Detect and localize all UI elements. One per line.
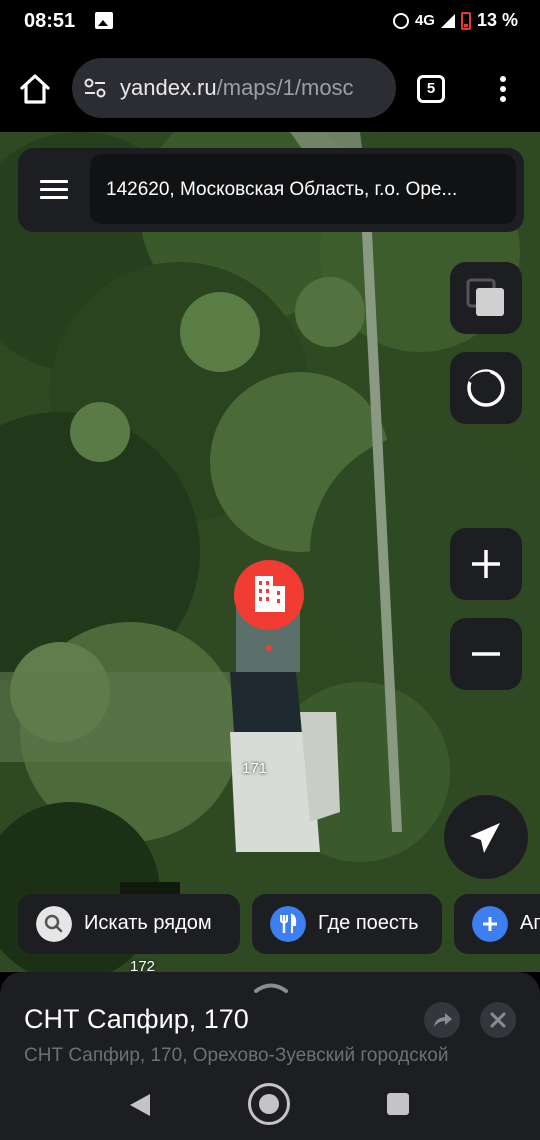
browser-toolbar: yandex.ru/maps/1/mosc 5 [0,44,540,132]
url-bar[interactable]: yandex.ru/maps/1/mosc [72,58,396,118]
overflow-menu-icon[interactable] [498,76,508,104]
marker-point [266,645,272,651]
alarm-icon [392,12,409,29]
place-marker[interactable] [234,560,304,630]
site-settings-icon[interactable] [84,78,106,98]
zoom-in-button[interactable] [450,528,522,600]
search-icon [36,906,72,942]
search-nearby-chip[interactable]: Искать рядом [18,894,240,954]
chip-label: Ап [520,912,540,934]
chip-label: Искать рядом [84,912,212,934]
where-to-eat-chip[interactable]: Где поесть [252,894,442,954]
pharmacy-chip[interactable]: Ап [454,894,540,954]
layers-icon [466,278,504,316]
locate-button[interactable] [444,795,528,879]
orbit-button[interactable] [450,352,522,424]
orbit-icon [467,369,505,407]
image-icon [95,12,113,29]
battery-percent: 13 % [476,10,518,30]
house-number-label: 172 [130,958,156,972]
quick-actions: Искать рядом Где поесть Ап [18,894,540,954]
address-search-field[interactable]: 142620, Московская Область, г.о. Оре... [90,154,516,224]
recent-apps-icon[interactable] [387,1093,409,1115]
chevron-up-icon[interactable] [253,980,289,994]
layers-button[interactable] [450,262,522,334]
zoom-out-button[interactable] [450,618,522,690]
network-type: 4G [414,12,435,29]
locate-icon [470,823,500,853]
close-icon [490,1012,506,1028]
status-bar: 08:51 4G 13 % [0,0,540,44]
home-nav-icon[interactable] [248,1083,290,1125]
status-right: 4G 13 % [392,10,518,31]
status-time: 08:51 [24,10,76,32]
zoom-in-icon [472,550,500,578]
url-text: yandex.ru/maps/1/mosc [120,75,354,101]
map-view[interactable]: 142620, Московская Область, г.о. Оре... [0,132,540,972]
back-icon[interactable] [128,1092,152,1118]
close-button[interactable] [480,1002,516,1038]
home-icon[interactable] [18,72,52,106]
chip-label: Где поесть [318,912,419,934]
map-search-bar: 142620, Московская Область, г.о. Оре... [18,148,524,232]
house-number-label: 171 [242,760,268,777]
place-address: СНТ Сапфир, 170, Орехово-Зуевский городс… [24,1045,449,1066]
share-arrow-icon [434,1013,452,1027]
place-card[interactable]: СНТ Сапфир, 170 СНТ Сапфир, 170, Орехово… [0,972,540,1068]
system-nav-bar [0,1068,540,1140]
battery-low-icon [460,11,471,30]
plus-icon [472,906,508,942]
place-title: СНТ Сапфир, 170 [24,1004,249,1034]
zoom-out-icon [472,652,500,656]
signal-icon [440,13,455,28]
url-host: yandex.ru [120,75,217,100]
building-icon [255,576,285,612]
url-path: /maps/1/mosc [216,75,354,100]
fork-knife-icon [270,906,306,942]
tabs-icon[interactable]: 5 [417,75,445,103]
burger-menu-icon[interactable] [40,180,68,200]
share-button[interactable] [424,1002,460,1038]
